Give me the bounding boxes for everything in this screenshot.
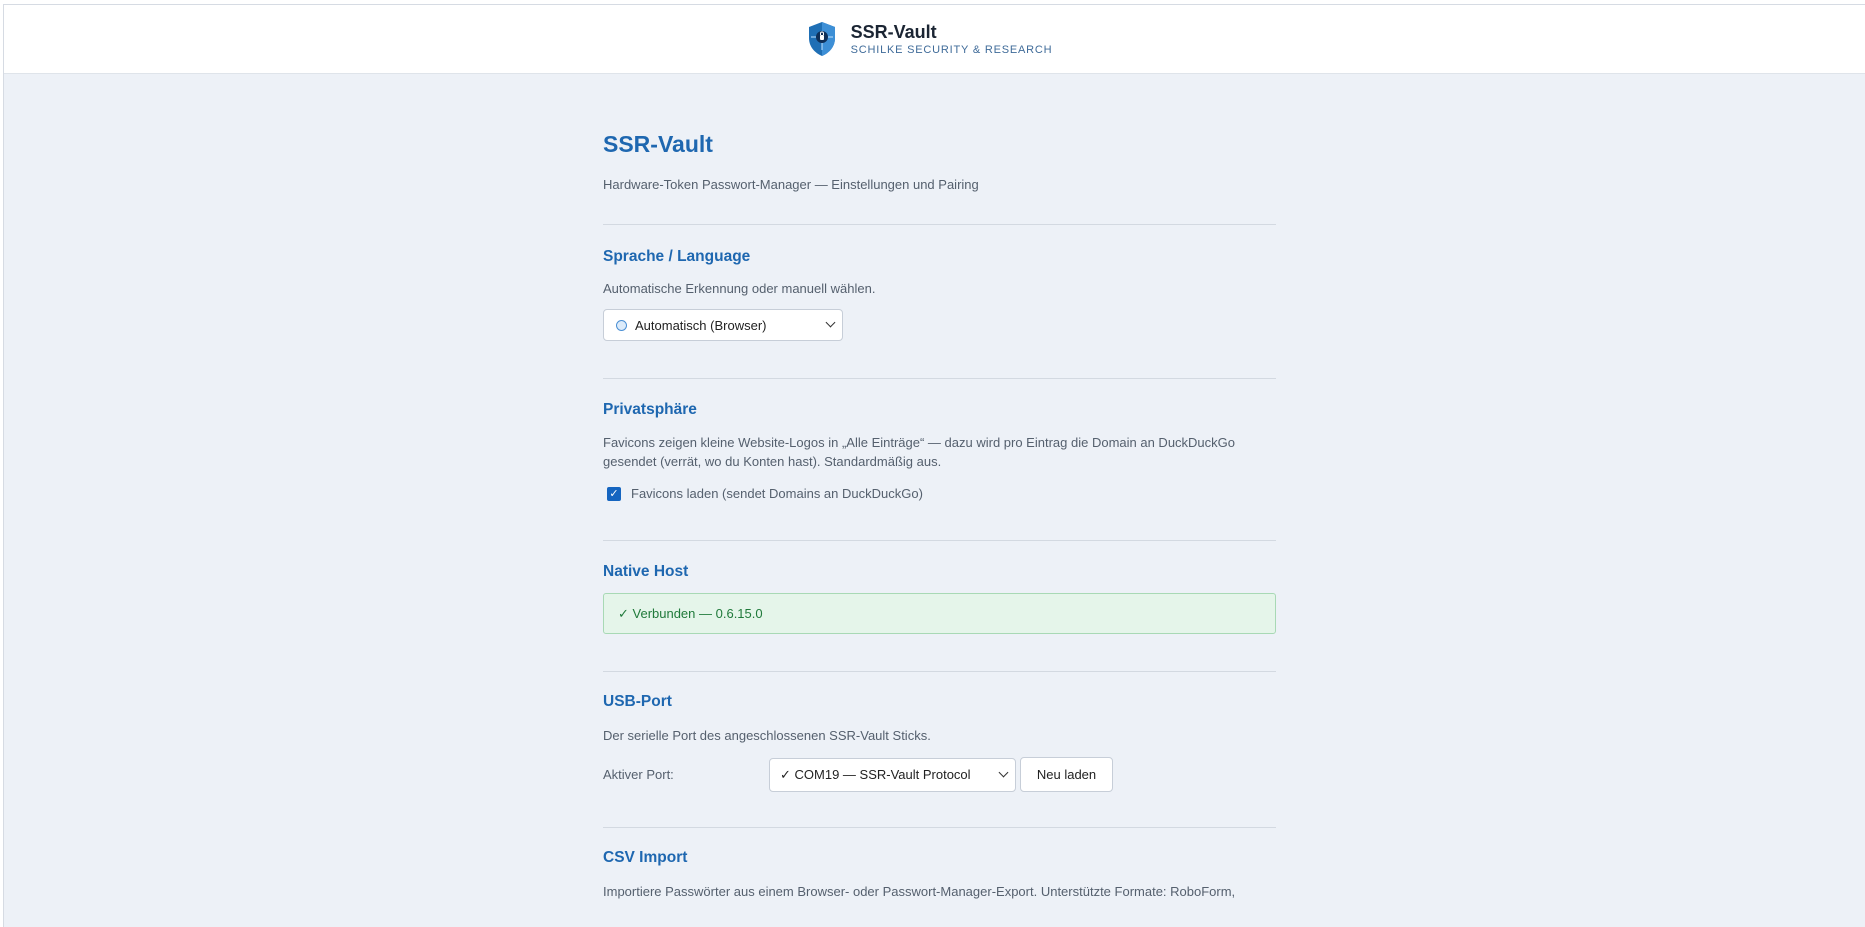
- csv-import-description: Importiere Passwörter aus einem Browser-…: [603, 884, 1236, 899]
- brand: SSR-Vault SCHILKE SECURITY & RESEARCH: [807, 21, 1053, 57]
- port-select[interactable]: ✓ COM19 — SSR-Vault Protocol: [769, 757, 1016, 792]
- page-title: SSR-Vault: [603, 131, 713, 157]
- privacy-heading: Privatsphäre: [603, 401, 697, 418]
- active-port-label: Aktiver Port:: [603, 767, 674, 782]
- brand-subtitle: SCHILKE SECURITY & RESEARCH: [850, 43, 1053, 56]
- language-section: Sprache / Language Automatische Erkennun…: [603, 225, 1276, 341]
- privacy-description-line: Favicons zeigen kleine Website-Logos in …: [603, 435, 1236, 450]
- chevron-down-icon: [998, 767, 1009, 777]
- csv-import-section: CSV Import Importiere Passwörter aus ein…: [603, 828, 1276, 901]
- usb-port-row: Aktiver Port: ✓ COM19 — SSR-Vault Protoc…: [603, 757, 1276, 792]
- privacy-description-line: gesendet (verrät, wo du Konten hast). St…: [603, 454, 942, 469]
- port-select-value: ✓ COM19 — SSR-Vault Protocol: [780, 766, 971, 782]
- native-host-status: ✓ Verbunden — 0.6.15.0: [603, 593, 1276, 634]
- app-frame: SSR-Vault SCHILKE SECURITY & RESEARCH SS…: [3, 4, 1865, 927]
- csv-import-heading: CSV Import: [603, 849, 688, 866]
- privacy-section: Privatsphäre Favicons zeigen kleine Webs…: [603, 379, 1276, 503]
- language-select[interactable]: Automatisch (Browser): [603, 309, 843, 341]
- language-select-value: Automatisch (Browser): [635, 317, 767, 333]
- favicon-option: ✓ Favicons laden (sendet Domains an Duck…: [603, 484, 1276, 503]
- native-host-heading: Native Host: [603, 563, 689, 580]
- page-subtitle: Hardware-Token Passwort-Manager — Einste…: [603, 177, 979, 192]
- language-description: Automatische Erkennung oder manuell wähl…: [603, 281, 876, 296]
- globe-icon: [616, 319, 627, 331]
- language-heading: Sprache / Language: [603, 248, 751, 265]
- privacy-description: Favicons zeigen kleine Website-Logos in …: [603, 433, 1276, 471]
- usb-port-description: Der serielle Port des angeschlossenen SS…: [603, 728, 931, 743]
- usb-port-heading: USB-Port: [603, 693, 672, 710]
- settings-content: SSR-Vault Hardware-Token Passwort-Manage…: [603, 73, 1276, 901]
- top-bar: SSR-Vault SCHILKE SECURITY & RESEARCH: [4, 5, 1865, 74]
- favicon-checkbox-label[interactable]: Favicons laden (sendet Domains an DuckDu…: [631, 484, 923, 503]
- reload-ports-button[interactable]: Neu laden: [1020, 757, 1113, 792]
- native-host-section: Native Host ✓ Verbunden — 0.6.15.0: [603, 541, 1276, 634]
- brand-title: SSR-Vault: [850, 21, 937, 42]
- shield-lock-icon: [808, 22, 835, 56]
- chevron-down-icon: [825, 317, 836, 328]
- favicon-checkbox[interactable]: ✓: [607, 486, 621, 501]
- usb-port-section: USB-Port Der serielle Port des angeschlo…: [603, 672, 1276, 792]
